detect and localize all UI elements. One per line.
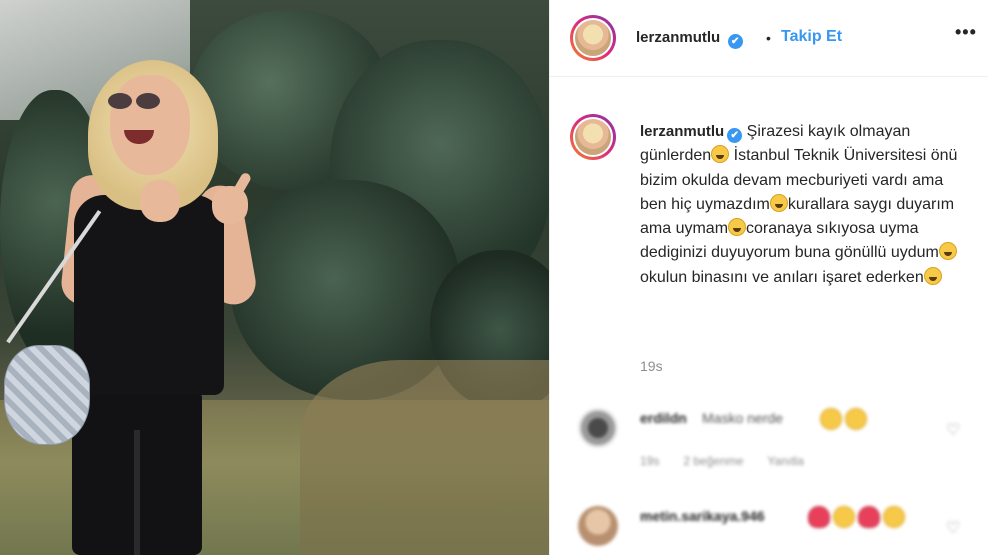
comment-likes[interactable]: 2 beğenme	[683, 454, 743, 468]
post-timestamp: 19s	[640, 358, 663, 374]
comment-meta: 19s 2 beğenme Yanıtla	[640, 454, 804, 468]
comment-item: metin.sarikaya.946 ♡	[570, 498, 970, 555]
like-heart-icon[interactable]: ♡	[946, 420, 960, 440]
separator-dot: •	[766, 30, 771, 46]
caption-text: okulun binasını ve anıları işaret ederke…	[640, 268, 924, 286]
avatar[interactable]	[578, 506, 618, 546]
header-username-row: lerzanmutlu ✔	[636, 29, 743, 49]
comment-text: Masko nerde	[702, 410, 783, 426]
laughing-emoji-icon	[923, 266, 942, 285]
post-caption: lerzanmutlu ✔ Şirazesi kayık olmayan günl…	[640, 120, 970, 290]
heart-emoji-icon	[808, 506, 830, 528]
comment-emojis	[808, 506, 905, 528]
person-leg-gap	[134, 430, 140, 555]
reply-button[interactable]: Yanıtla	[767, 454, 803, 468]
more-options-icon[interactable]: •••	[955, 22, 977, 43]
person-face	[110, 75, 190, 175]
laughing-emoji-icon	[883, 506, 905, 528]
verified-icon: ✔	[727, 128, 743, 143]
caption-username[interactable]: lerzanmutlu	[640, 123, 724, 140]
dry-grass	[300, 360, 549, 555]
sunglasses	[108, 93, 164, 109]
like-heart-icon[interactable]: ♡	[946, 518, 960, 538]
person-hand	[140, 180, 180, 222]
post-header: lerzanmutlu ✔ • Takip Et •••	[550, 0, 988, 77]
handbag	[4, 345, 90, 445]
laughing-emoji-icon	[833, 506, 855, 528]
comment-username[interactable]: erdildn	[640, 410, 687, 426]
laughing-emoji-icon	[711, 145, 730, 164]
comment-time: 19s	[640, 454, 660, 468]
username-link[interactable]: lerzanmutlu	[636, 29, 720, 46]
comment-username[interactable]: metin.sarikaya.946	[640, 508, 765, 524]
heart-emoji-icon	[858, 506, 880, 528]
laughing-emoji-icon	[845, 408, 867, 430]
laughing-emoji-icon	[938, 242, 957, 261]
laughing-emoji-icon	[820, 408, 842, 430]
avatar[interactable]	[570, 15, 616, 61]
comment-emojis	[820, 408, 867, 430]
comment-item: erdildn Masko nerde 19s 2 beğenme Yanıtl…	[570, 400, 970, 468]
crying-laughing-emoji-icon	[728, 218, 747, 237]
caption-avatar[interactable]	[570, 114, 616, 160]
post-media[interactable]	[0, 0, 549, 555]
post-sidebar: lerzanmutlu ✔ • Takip Et ••• lerzanmutlu…	[549, 0, 988, 555]
laughing-emoji-icon	[769, 193, 788, 212]
follow-button[interactable]: Takip Et	[781, 28, 842, 46]
avatar[interactable]	[578, 408, 618, 448]
verified-icon: ✔	[727, 34, 743, 49]
person-top	[74, 195, 224, 395]
